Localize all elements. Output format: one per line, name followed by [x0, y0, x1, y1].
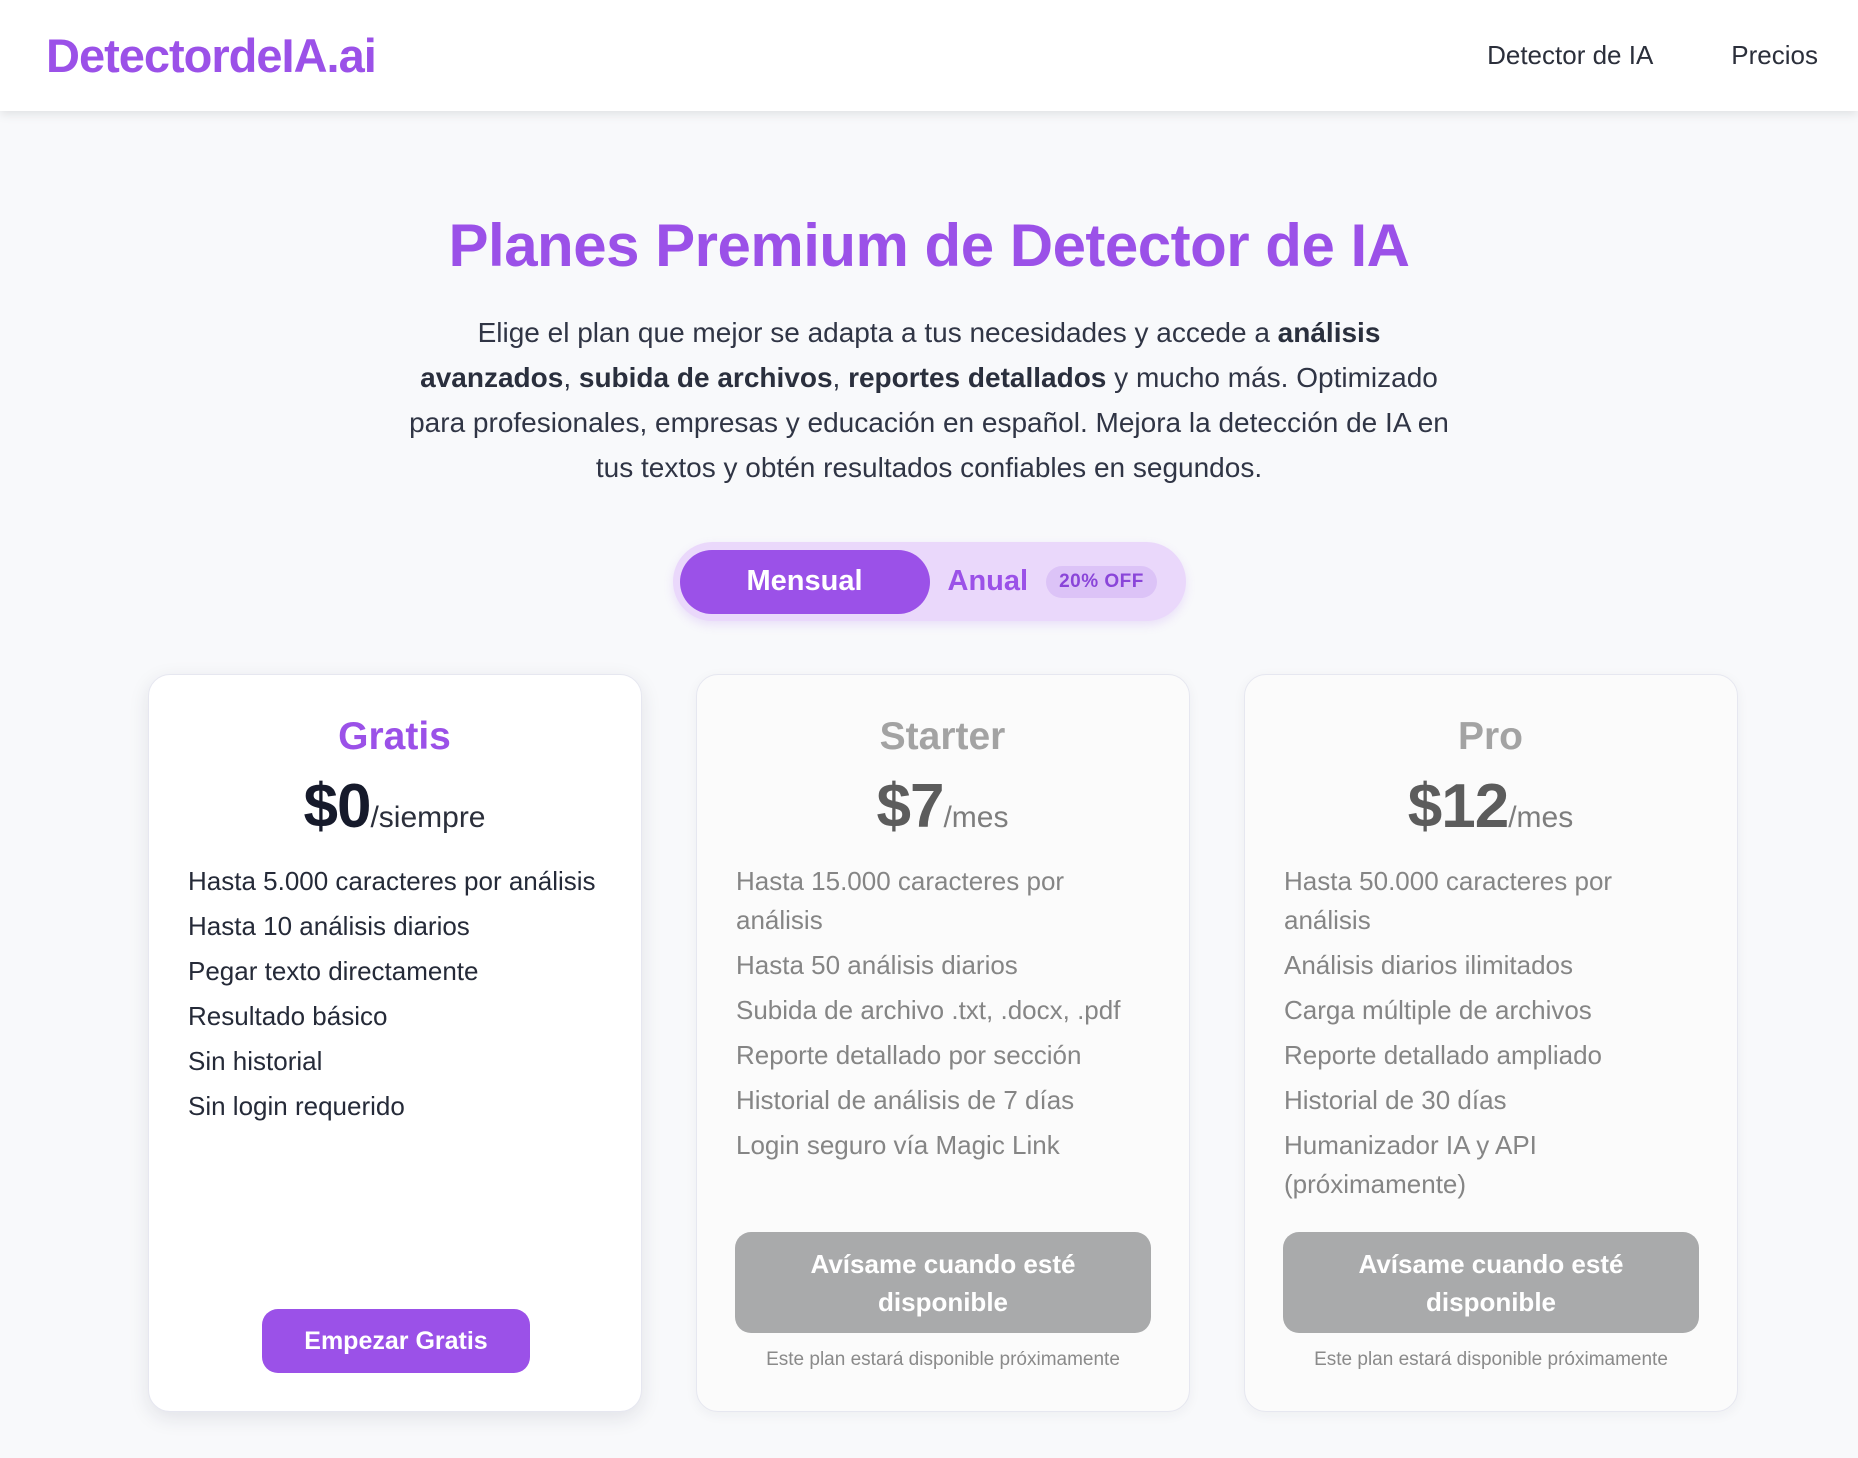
page-description: Elige el plan que mejor se adapta a tus …	[399, 310, 1459, 490]
plan-card-starter: Starter $7/mes Hasta 15.000 caracteres p…	[696, 674, 1190, 1412]
main-nav: Detector de IA Precios	[1487, 40, 1818, 71]
plan-card-gratis: Gratis $0/siempre Hasta 5.000 caracteres…	[148, 674, 642, 1412]
feature-item: Hasta 50.000 caracteres por análisis	[1284, 866, 1613, 935]
desc-text: Elige el plan que mejor se adapta a tus …	[477, 317, 1278, 348]
availability-note: Este plan estará disponible próximamente	[766, 1349, 1120, 1370]
nav-link-precios[interactable]: Precios	[1731, 40, 1818, 71]
pricing-cards: Gratis $0/siempre Hasta 5.000 caracteres…	[148, 674, 1738, 1412]
notify-me-button[interactable]: Avísame cuando esté disponible	[735, 1232, 1151, 1333]
price-amount: $7	[876, 772, 945, 841]
plan-name: Pro	[1457, 715, 1523, 758]
feature-item: Reporte detallado ampliado	[1284, 1040, 1602, 1070]
feature-list: Hasta 5.000 caracteres por análisis Hast…	[188, 862, 601, 1126]
desc-text: ,	[832, 362, 849, 393]
toggle-monthly[interactable]: Mensual	[679, 549, 930, 614]
feature-item: Humanizador IA y API (próximamente)	[1284, 1130, 1537, 1199]
plan-name: Starter	[879, 715, 1006, 758]
feature-item: Subida de archivo .txt, .docx, .pdf	[736, 995, 1121, 1025]
plan-price: $0/siempre	[188, 771, 601, 842]
start-free-button[interactable]: Empezar Gratis	[262, 1309, 530, 1373]
feature-item: Análisis diarios ilimitados	[1284, 950, 1573, 980]
nav-link-detector[interactable]: Detector de IA	[1487, 40, 1653, 71]
feature-item: Hasta 10 análisis diarios	[188, 911, 470, 941]
desc-text: ,	[563, 362, 579, 393]
availability-note: Este plan estará disponible próximamente	[1314, 1349, 1668, 1370]
feature-item: Login seguro vía Magic Link	[736, 1130, 1060, 1160]
price-period: /mes	[943, 801, 1009, 834]
desc-bold: reportes detallados	[848, 362, 1107, 393]
page-title: Planes Premium de Detector de IA	[448, 212, 1411, 279]
billing-toggle: Mensual Anual 20% OFF	[672, 542, 1186, 621]
price-period: /siempre	[370, 801, 486, 834]
feature-item: Sin login requerido	[188, 1091, 405, 1121]
feature-item: Reporte detallado por sección	[736, 1040, 1082, 1070]
feature-item: Hasta 50 análisis diarios	[736, 950, 1018, 980]
feature-list: Hasta 15.000 caracteres por análisis Has…	[736, 862, 1149, 1165]
price-amount: $0	[303, 772, 371, 841]
pricing-hero: Planes Premium de Detector de IA Elige e…	[0, 111, 1858, 621]
feature-item: Historial de 30 días	[1284, 1085, 1507, 1115]
site-logo[interactable]: DetectordeIA.ai	[46, 28, 377, 83]
plan-price: $7/mes	[736, 771, 1149, 842]
notify-me-button[interactable]: Avísame cuando esté disponible	[1283, 1232, 1699, 1333]
plan-price: $12/mes	[1284, 771, 1697, 842]
feature-item: Historial de análisis de 7 días	[736, 1085, 1075, 1115]
feature-item: Carga múltiple de archivos	[1284, 995, 1592, 1025]
price-period: /mes	[1508, 801, 1574, 834]
billing-toggle-wrap: Mensual Anual 20% OFF	[0, 542, 1858, 621]
top-navbar: DetectordeIA.ai Detector de IA Precios	[0, 0, 1858, 111]
feature-item: Pegar texto directamente	[188, 956, 479, 986]
plan-name: Gratis	[338, 715, 451, 758]
feature-item: Hasta 15.000 caracteres por análisis	[736, 866, 1065, 935]
toggle-annual[interactable]: Anual	[948, 565, 1029, 598]
feature-item: Resultado básico	[188, 1001, 388, 1031]
plan-card-pro: Pro $12/mes Hasta 50.000 caracteres por …	[1244, 674, 1738, 1412]
price-amount: $12	[1407, 772, 1509, 841]
feature-item: Sin historial	[188, 1046, 323, 1076]
discount-badge: 20% OFF	[1046, 565, 1157, 598]
feature-item: Hasta 5.000 caracteres por análisis	[188, 866, 596, 896]
feature-list: Hasta 50.000 caracteres por análisis Aná…	[1284, 862, 1697, 1204]
desc-bold: subida de archivos	[578, 362, 833, 393]
